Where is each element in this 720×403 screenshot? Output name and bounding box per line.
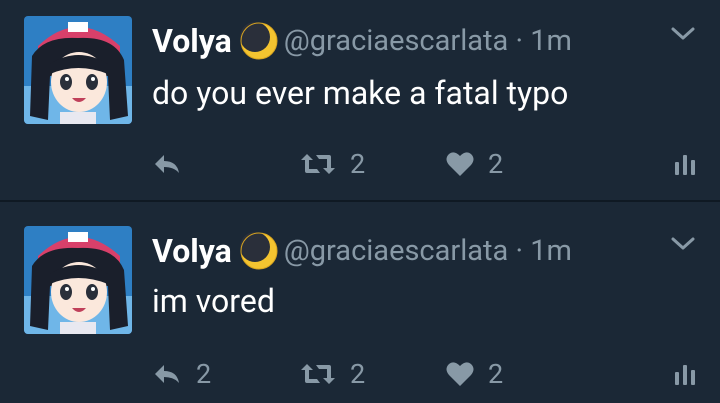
handle-time[interactable]: @graciaescarlata · 1m — [284, 24, 572, 58]
like-count: 2 — [488, 148, 504, 180]
tweet[interactable]: Volya @graciaescarlata · 1m do you ever … — [0, 0, 720, 200]
like-button[interactable]: 2 — [446, 146, 503, 182]
chevron-down-icon[interactable] — [670, 234, 696, 254]
retweet-count: 2 — [350, 148, 366, 180]
reply-count: 2 — [196, 358, 212, 390]
tweet-header: Volya @graciaescarlata · 1m — [152, 232, 572, 272]
retweet-button[interactable]: 2 — [300, 356, 365, 392]
analytics-button[interactable] — [674, 146, 698, 182]
like-count: 2 — [488, 358, 504, 390]
reply-icon — [155, 155, 179, 173]
author-name[interactable]: Volya — [152, 22, 232, 60]
retweet-count: 2 — [350, 358, 366, 390]
tweet-header: Volya @graciaescarlata · 1m — [152, 22, 572, 62]
author-name[interactable]: Volya — [152, 232, 232, 270]
avatar[interactable] — [24, 226, 132, 334]
moon-icon — [239, 22, 278, 60]
reply-button[interactable] — [152, 146, 196, 182]
tweet-actions: 2 2 — [0, 146, 720, 182]
tweet-text: do you ever make a fatal typo — [152, 74, 569, 112]
tweet[interactable]: Volya @graciaescarlata · 1m im vored 2 2 — [0, 202, 720, 403]
analytics-button[interactable] — [674, 356, 698, 392]
handle-time[interactable]: @graciaescarlata · 1m — [284, 234, 572, 268]
heart-icon — [446, 152, 474, 176]
like-button[interactable]: 2 — [446, 356, 503, 392]
chevron-down-icon[interactable] — [670, 24, 696, 44]
analytics-icon — [675, 155, 695, 175]
moon-icon — [239, 232, 278, 270]
tweet-actions: 2 2 2 — [0, 356, 720, 392]
reply-button[interactable]: 2 — [152, 356, 211, 392]
retweet-icon — [301, 364, 335, 384]
tweet-text: im vored — [152, 282, 275, 320]
retweet-icon — [301, 154, 335, 174]
reply-icon — [155, 365, 179, 383]
avatar[interactable] — [24, 16, 132, 124]
analytics-icon — [675, 365, 695, 385]
heart-icon — [446, 362, 474, 386]
retweet-button[interactable]: 2 — [300, 146, 365, 182]
